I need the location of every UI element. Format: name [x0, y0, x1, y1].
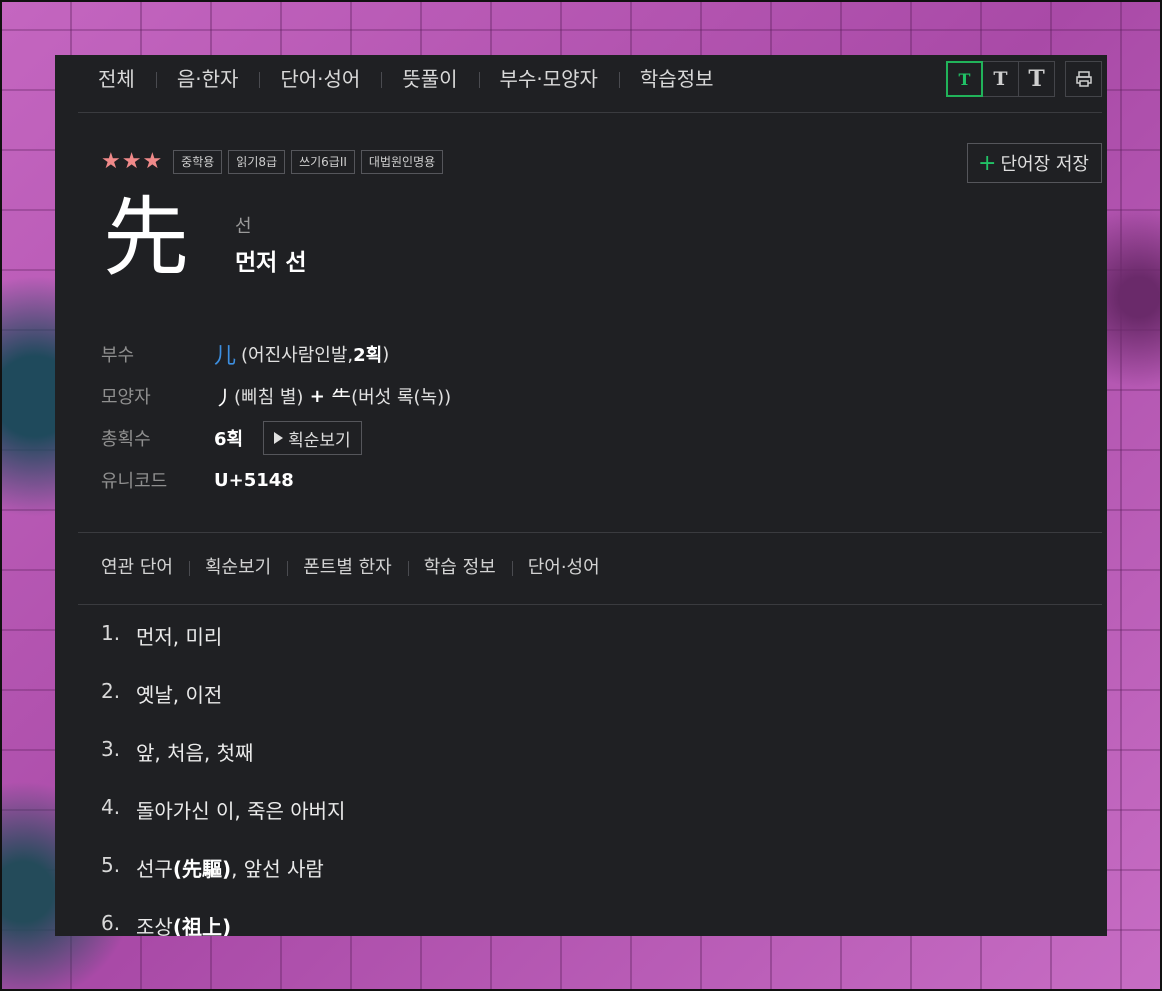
save-to-wordbook-button[interactable]: + 단어장 저장	[967, 143, 1102, 183]
total-strokes: 6획	[214, 429, 244, 450]
importance-stars: ★★★	[101, 149, 164, 174]
font-size-large-button[interactable]: T	[1018, 61, 1055, 97]
info-row-unicode: 유니코드 U+5148	[101, 459, 451, 501]
meaning-rest: , 앞선 사람	[231, 857, 324, 881]
radical-label: 부수	[101, 345, 135, 366]
strokes-label: 총획수	[101, 429, 151, 450]
meaning-word: 조상	[136, 915, 173, 936]
list-item: 3. 앞, 처음, 첫째	[101, 737, 345, 795]
shape-value: 丿 (삐침 별) + ⺧ (버섯 록(녹))	[214, 382, 451, 411]
shape-part2-name: (버섯 록(녹))	[351, 387, 452, 408]
meaning-number: 3.	[101, 737, 121, 761]
shape-part2[interactable]: ⺧	[331, 382, 351, 411]
plus-icon: +	[978, 150, 997, 176]
play-icon	[274, 432, 284, 444]
print-icon	[1075, 71, 1092, 87]
shape-plus: +	[303, 385, 332, 407]
radical-link[interactable]: 儿	[214, 338, 236, 370]
level-badges: ★★★ 중학용 읽기8급 쓰기6급II 대법원인명용	[101, 149, 449, 174]
meaning-text: 먼저, 미리	[136, 625, 223, 649]
tab-study-info[interactable]: 학습정보	[618, 67, 735, 91]
font-size-medium-button[interactable]: T	[982, 61, 1019, 97]
meaning-hanja-link[interactable]: (祖上)	[173, 915, 231, 936]
list-item: 6. 조상(祖上)	[101, 911, 345, 936]
meaning-text: 옛날, 이전	[136, 683, 223, 707]
info-row-strokes: 총획수 6획 획순보기	[101, 417, 451, 459]
meaning-number: 1.	[101, 621, 121, 645]
tab-reading-hanja[interactable]: 음·한자	[155, 67, 260, 91]
top-nav: 전체 음·한자 단어·성어 뜻풀이 부수·모양자 학습정보 T T T	[78, 55, 1102, 113]
meaning-number: 4.	[101, 795, 121, 819]
stroke-order-button[interactable]: 획순보기	[263, 421, 362, 455]
section-font-hanja[interactable]: 폰트별 한자	[287, 557, 408, 579]
save-label: 단어장 저장	[1000, 154, 1089, 175]
font-size-small-button[interactable]: T	[946, 61, 983, 97]
section-stroke-order[interactable]: 획순보기	[188, 557, 287, 579]
meaning-number: 5.	[101, 853, 121, 877]
tab-definitions[interactable]: 뜻풀이	[381, 67, 478, 91]
list-item: 1. 먼저, 미리	[101, 621, 345, 679]
toolbar: T T T	[946, 61, 1102, 97]
shape-label: 모양자	[101, 387, 151, 408]
print-button[interactable]	[1065, 61, 1102, 97]
strokes-value: 6획 획순보기	[214, 421, 362, 455]
hanja-reading: 선	[235, 216, 252, 237]
hanja-meaning: 먼저 선	[235, 250, 307, 276]
unicode-label: 유니코드	[101, 471, 168, 492]
hanja-character: 先	[103, 188, 189, 288]
section-related-words[interactable]: 연관 단어	[78, 557, 189, 579]
section-links: 연관 단어 획순보기 폰트별 한자 학습 정보 단어·성어	[78, 557, 616, 579]
radical-close: )	[382, 343, 390, 365]
info-row-radical: 부수 儿 (어진사람인발, 2획 )	[101, 333, 451, 375]
badge-name-use: 대법원인명용	[360, 149, 444, 174]
meaning-text: 선구(先驅), 앞선 사람	[136, 853, 324, 882]
radical-value: 儿 (어진사람인발, 2획 )	[214, 338, 389, 370]
unicode-value: U+5148	[214, 469, 294, 491]
nav-tabs: 전체 음·한자 단어·성어 뜻풀이 부수·모양자 학습정보	[78, 67, 735, 91]
badge-middle-school: 중학용	[173, 149, 223, 174]
meaning-text: 조상(祖上)	[136, 911, 231, 936]
meaning-hanja-link[interactable]: (先驅)	[173, 857, 231, 881]
meanings-list: 1. 먼저, 미리 2. 옛날, 이전 3. 앞, 처음, 첫째 4. 돌아가신…	[101, 621, 345, 936]
meaning-word: 선구	[136, 857, 173, 881]
list-item: 2. 옛날, 이전	[101, 679, 345, 737]
meaning-number: 6.	[101, 911, 121, 935]
tab-words-idioms[interactable]: 단어·성어	[259, 67, 381, 91]
list-item: 4. 돌아가신 이, 죽은 아버지	[101, 795, 345, 853]
list-item: 5. 선구(先驅), 앞선 사람	[101, 853, 345, 911]
shape-part1[interactable]: 丿	[214, 382, 234, 411]
info-row-shape: 모양자 丿 (삐침 별) + ⺧ (버섯 록(녹))	[101, 375, 451, 417]
section-nav: 연관 단어 획순보기 폰트별 한자 학습 정보 단어·성어	[78, 532, 1102, 605]
radical-name: (어진사람인발,	[241, 345, 354, 366]
tab-radical-shape[interactable]: 부수·모양자	[478, 67, 619, 91]
badge-reading-level: 읽기8급	[228, 149, 286, 174]
radical-strokes: 2획	[353, 345, 383, 366]
hanja-info: 부수 儿 (어진사람인발, 2획 ) 모양자 丿 (삐침 별) + ⺧ (버섯 …	[101, 333, 451, 501]
section-words-idioms[interactable]: 단어·성어	[511, 557, 616, 579]
shape-part1-name: (삐침 별)	[234, 387, 304, 408]
badge-writing-level: 쓰기6급II	[291, 149, 355, 174]
meaning-text: 돌아가신 이, 죽은 아버지	[136, 799, 346, 823]
meaning-text: 앞, 처음, 첫째	[136, 741, 254, 765]
section-study-info[interactable]: 학습 정보	[407, 557, 512, 579]
stroke-order-label: 획순보기	[288, 430, 351, 451]
hanja-dictionary-panel: 전체 음·한자 단어·성어 뜻풀이 부수·모양자 학습정보 T T T ★★★ …	[55, 55, 1107, 936]
tab-all[interactable]: 전체	[78, 67, 156, 91]
meaning-number: 2.	[101, 679, 121, 703]
